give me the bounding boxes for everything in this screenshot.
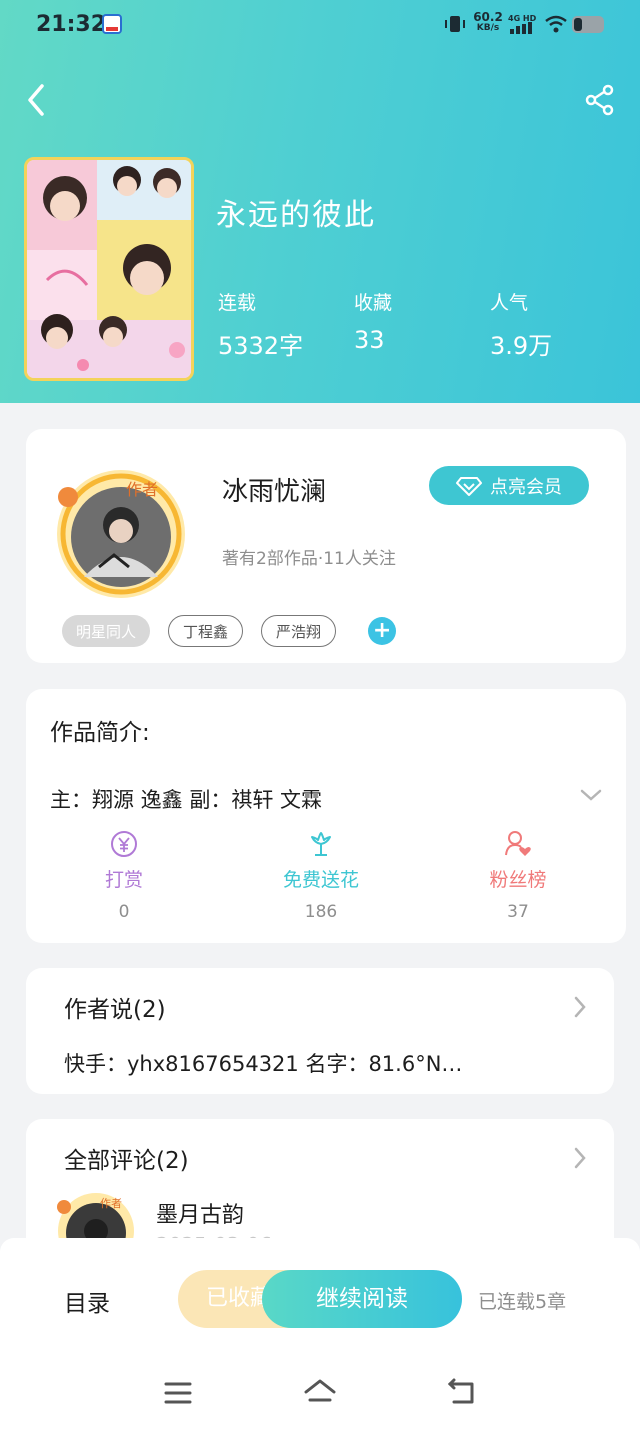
battery-icon xyxy=(572,16,604,33)
flower-label: 免费送花 xyxy=(282,869,359,891)
author-avatar[interactable]: 作者 xyxy=(54,467,188,601)
comments-title: 全部评论(2) xyxy=(64,1148,189,1174)
stat-favorites: 收藏 33 xyxy=(354,288,392,354)
chevron-right-icon[interactable] xyxy=(572,1145,588,1171)
vip-button[interactable]: 点亮会员 xyxy=(429,466,589,505)
add-tag-plus-icon[interactable]: + xyxy=(368,617,397,645)
app-notification-icon xyxy=(102,14,122,34)
commenter-badge-text: 作者 xyxy=(100,1197,122,1210)
fans-icon xyxy=(505,831,531,856)
return-icon[interactable] xyxy=(446,1378,478,1408)
fans-action[interactable]: 粉丝榜 37 xyxy=(458,829,578,922)
chevron-right-icon[interactable] xyxy=(572,994,588,1020)
share-icon[interactable] xyxy=(584,84,616,116)
stat-value: 3.9万 xyxy=(490,332,553,360)
back-icon[interactable] xyxy=(20,80,52,120)
serial-chapter-note: 已连载5章 xyxy=(478,1291,567,1313)
stat-label: 连载 xyxy=(218,292,257,314)
wifi-icon xyxy=(545,15,567,33)
menu-icon[interactable] xyxy=(163,1380,193,1406)
signal-icon: 4G HD xyxy=(508,14,537,34)
flower-count: 186 xyxy=(304,902,338,922)
book-title: 永远的彼此 xyxy=(216,198,376,233)
tip-count: 0 xyxy=(118,902,130,922)
author-meta: 著有2部作品·11人关注 xyxy=(222,549,396,569)
tag-character[interactable]: 丁程鑫 xyxy=(168,615,244,647)
tag-list: 明星同人 丁程鑫 严浩翔 + xyxy=(62,615,397,647)
author-says-text: 快手：yhx8167654321 名字：81.6°N… xyxy=(64,1052,463,1076)
diamond-icon xyxy=(456,476,482,496)
intro-card: 作品简介: 主：翔源 逸鑫 副：祺轩 文霖 打赏 0 免费送花 186 粉丝榜 … xyxy=(26,689,626,943)
intro-text[interactable]: 主：翔源 逸鑫 副：祺轩 文霖 xyxy=(50,784,322,814)
author-says-card[interactable]: 作者说(2) 快手：yhx8167654321 名字：81.6°N… xyxy=(26,968,614,1094)
author-name[interactable]: 冰雨忧澜 xyxy=(222,471,326,508)
tag-character[interactable]: 严浩翔 xyxy=(261,615,337,647)
continue-reading-button[interactable]: 继续阅读 xyxy=(262,1270,462,1328)
stat-value: 33 xyxy=(354,326,385,354)
tip-action[interactable]: 打赏 0 xyxy=(64,829,184,922)
author-says-title: 作者说(2) xyxy=(64,997,166,1023)
book-cover[interactable] xyxy=(24,157,194,381)
intro-title: 作品简介: xyxy=(50,720,150,746)
fans-count: 37 xyxy=(507,902,529,922)
stat-label: 收藏 xyxy=(354,292,393,314)
author-card[interactable]: 作者 冰雨忧澜 点亮会员 著有2部作品·11人关注 明星同人 丁程鑫 严浩翔 + xyxy=(26,429,626,663)
status-bar: 21:32 60.2 KB/s 4G HD xyxy=(0,0,640,50)
stat-value: 5332字 xyxy=(218,332,304,360)
tip-label: 打赏 xyxy=(104,869,143,891)
vibrate-icon xyxy=(445,16,465,32)
net-speed-value: 60.2 xyxy=(473,10,503,24)
stat-serialized: 连载 5332字 xyxy=(218,288,303,361)
net-speed-unit: KB/s xyxy=(476,23,500,33)
stat-label: 人气 xyxy=(490,292,529,314)
author-badge-text: 作者 xyxy=(126,480,158,499)
chevron-down-icon[interactable] xyxy=(578,785,604,805)
home-icon[interactable] xyxy=(302,1376,338,1408)
toc-button[interactable]: 目录 xyxy=(64,1284,110,1318)
commenter-name[interactable]: 墨月古韵 xyxy=(156,1197,244,1229)
stat-popularity: 人气 3.9万 xyxy=(490,288,552,361)
net-speed: 60.2 KB/s xyxy=(472,10,504,34)
status-time: 21:32 xyxy=(36,12,107,37)
bottom-action-bar: 目录 已收藏 继续阅读 已连载5章 xyxy=(0,1238,640,1433)
network-type-text: 4G HD xyxy=(508,14,537,23)
book-header: 21:32 60.2 KB/s 4G HD 永远的彼此 连载 5332字 收藏 … xyxy=(0,0,640,403)
yen-icon xyxy=(111,831,137,857)
fans-label: 粉丝榜 xyxy=(489,869,547,891)
tag-category[interactable]: 明星同人 xyxy=(62,615,151,647)
flower-icon xyxy=(311,832,331,856)
flower-action[interactable]: 免费送花 186 xyxy=(261,829,381,922)
vip-label: 点亮会员 xyxy=(490,476,562,498)
